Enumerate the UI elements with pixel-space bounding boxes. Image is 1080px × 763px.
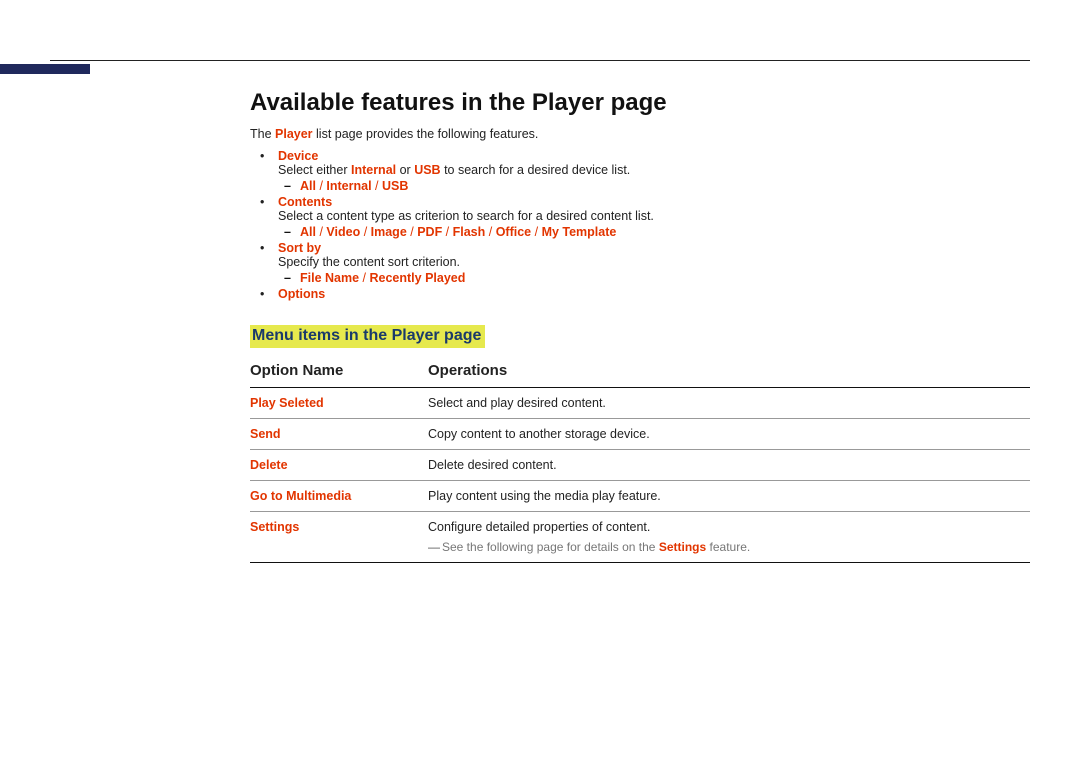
- row-op-4-text: Configure detailed properties of content…: [428, 520, 1030, 534]
- table-row: Delete Delete desired content.: [250, 450, 1030, 481]
- settings-note: See the following page for details on th…: [428, 540, 1030, 554]
- row-op-0: Select and play desired content.: [428, 396, 1030, 410]
- options-label: Options: [278, 287, 325, 301]
- device-opt-1: Internal: [326, 179, 371, 193]
- table-row: Settings Configure detailed properties o…: [250, 512, 1030, 563]
- accent-bar: [0, 64, 90, 74]
- device-options: All / Internal / USB: [278, 179, 1030, 193]
- intro-pre: The: [250, 127, 275, 141]
- contents-opt-4: Flash: [453, 225, 486, 239]
- feature-contents: Contents Select a content type as criter…: [250, 195, 1030, 239]
- feature-sortby: Sort by Specify the content sort criteri…: [250, 241, 1030, 285]
- feature-device: Device Select either Internal or USB to …: [250, 149, 1030, 193]
- device-opt-0: All: [300, 179, 316, 193]
- sortby-opt-0: File Name: [300, 271, 359, 285]
- row-name-4: Settings: [250, 520, 428, 534]
- contents-opt-2: Image: [371, 225, 407, 239]
- row-name-3: Go to Multimedia: [250, 489, 428, 503]
- options-table: Option Name Operations Play Seleted Sele…: [250, 358, 1030, 563]
- row-name-0: Play Seleted: [250, 396, 428, 410]
- note-post: feature.: [706, 540, 750, 554]
- device-label: Device: [278, 149, 318, 163]
- row-op-2: Delete desired content.: [428, 458, 1030, 472]
- contents-opt-5: Office: [496, 225, 531, 239]
- page-title: Available features in the Player page: [250, 89, 1030, 117]
- feature-options: Options: [250, 287, 1030, 301]
- contents-opt-3: PDF: [417, 225, 442, 239]
- table-row: Play Seleted Select and play desired con…: [250, 388, 1030, 419]
- table-row: Send Copy content to another storage dev…: [250, 419, 1030, 450]
- intro-text: The Player list page provides the follow…: [250, 127, 1030, 141]
- device-opt-2: USB: [382, 179, 408, 193]
- sortby-options: File Name / Recently Played: [278, 271, 1030, 285]
- contents-opt-1: Video: [326, 225, 360, 239]
- device-desc: Select either Internal or USB to search …: [278, 163, 1030, 177]
- content-area: Available features in the Player page Th…: [250, 89, 1030, 563]
- row-name-2: Delete: [250, 458, 428, 472]
- row-op-4: Configure detailed properties of content…: [428, 520, 1030, 554]
- table-row: Go to Multimedia Play content using the …: [250, 481, 1030, 512]
- note-pre: See the following page for details on th…: [442, 540, 659, 554]
- sortby-label: Sort by: [278, 241, 321, 255]
- row-op-3: Play content using the media play featur…: [428, 489, 1030, 503]
- contents-options: All / Video / Image / PDF / Flash / Offi…: [278, 225, 1030, 239]
- section-menu-items-title: Menu items in the Player page: [250, 325, 485, 348]
- device-usb: USB: [414, 163, 440, 177]
- device-internal: Internal: [351, 163, 396, 177]
- sortby-desc: Specify the content sort criterion.: [278, 255, 1030, 269]
- note-bold: Settings: [659, 540, 706, 554]
- header-option-name: Option Name: [250, 362, 428, 379]
- row-op-1: Copy content to another storage device.: [428, 427, 1030, 441]
- contents-opt-6: My Template: [542, 225, 617, 239]
- contents-desc: Select a content type as criterion to se…: [278, 209, 1030, 223]
- top-rule: [50, 60, 1030, 61]
- contents-opt-0: All: [300, 225, 316, 239]
- document-page: Available features in the Player page Th…: [0, 0, 1080, 623]
- header-operations: Operations: [428, 362, 1030, 379]
- row-name-1: Send: [250, 427, 428, 441]
- intro-player: Player: [275, 127, 313, 141]
- table-header: Option Name Operations: [250, 358, 1030, 388]
- contents-label: Contents: [278, 195, 332, 209]
- features-list: Device Select either Internal or USB to …: [250, 149, 1030, 301]
- sortby-opt-1: Recently Played: [369, 271, 465, 285]
- intro-post: list page provides the following feature…: [313, 127, 539, 141]
